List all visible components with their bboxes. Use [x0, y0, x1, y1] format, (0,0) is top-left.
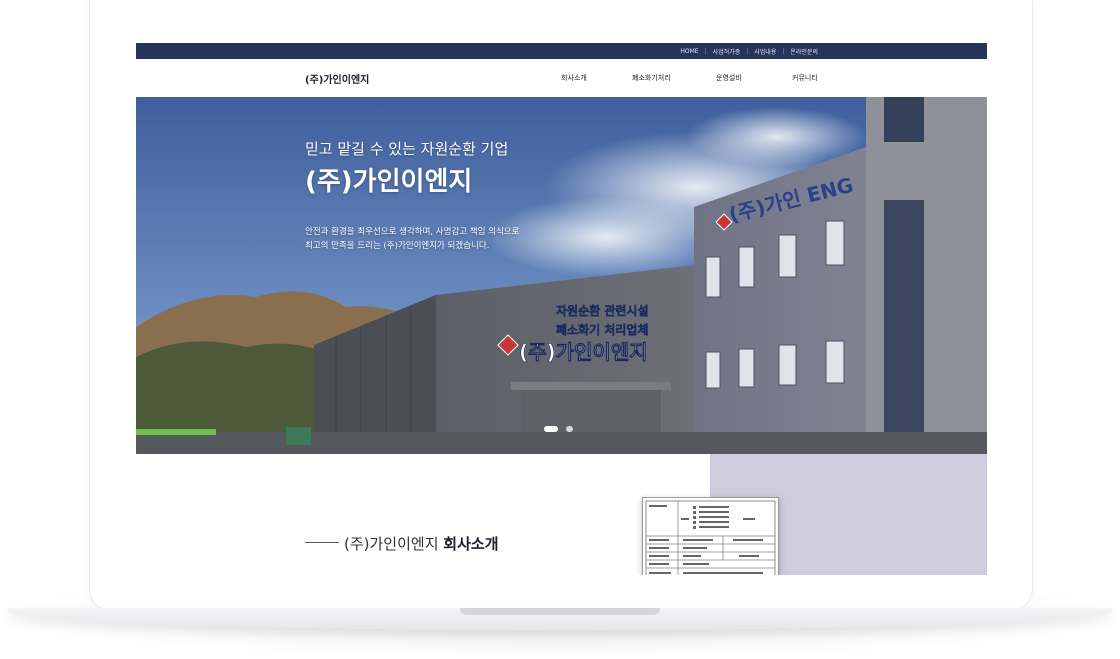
laptop-notch	[460, 608, 660, 615]
intro-heading-bold: 회사소개	[443, 535, 499, 553]
license-document-image	[645, 500, 776, 575]
business-license-document[interactable]	[642, 497, 779, 575]
nav-item-community[interactable]: 커뮤니티	[792, 73, 818, 83]
hero-background-image: (주)가인 ENG 자원순환 관련시설 폐소화기 처리업체 (주)가인이엔지	[136, 97, 987, 454]
hero-description-line2: 최고의 만족을 드리는 (주)가인이엔지가 되겠습니다.	[305, 241, 490, 251]
nav-item-facilities[interactable]: 운영설비	[716, 73, 742, 83]
warehouse-sign-main: (주)가인이엔지	[519, 340, 648, 364]
intro-heading-prefix: (주)가인이엔지	[344, 535, 439, 553]
utility-links: HOME | 사업허가증 | 사업내용 | 온라인문의	[680, 43, 818, 59]
main-nav: 회사소개 폐소화기처리 운영설비 커뮤니티	[136, 73, 987, 85]
nav-item-about[interactable]: 회사소개	[561, 73, 587, 83]
intro-heading: (주)가인이엔지 회사소개	[344, 533, 499, 554]
utility-link-home[interactable]: HOME	[680, 48, 698, 55]
hero-description-line1: 안전과 환경을 최우선으로 생각하며, 사명감고 책임 의식으로	[305, 227, 520, 237]
hero-description: 안전과 환경을 최우선으로 생각하며, 사명감고 책임 의식으로 최고의 만족을…	[305, 225, 519, 253]
utility-link-license[interactable]: 사업허가증	[713, 47, 741, 56]
separator: |	[746, 47, 749, 55]
title-line-decoration	[305, 542, 339, 543]
website-screen: HOME | 사업허가증 | 사업내용 | 온라인문의 (주)가인이엔지 회사소…	[136, 43, 987, 575]
site-header: (주)가인이엔지 회사소개 폐소화기처리 운영설비 커뮤니티	[136, 59, 987, 97]
slider-dot-active[interactable]	[544, 426, 558, 432]
hero-title: (주)가인이엔지	[305, 167, 473, 197]
company-intro-section: (주)가인이엔지 회사소개	[136, 454, 987, 575]
warehouse-sign-line2: 폐소화기 처리업체	[556, 322, 649, 337]
hero-slider: (주)가인 ENG 자원순환 관련시설 폐소화기 처리업체 (주)가인이엔지 믿…	[136, 97, 987, 454]
utility-link-business[interactable]: 사업내용	[754, 47, 776, 56]
utility-bar: HOME | 사업허가증 | 사업내용 | 온라인문의	[136, 43, 987, 59]
separator: |	[782, 47, 785, 55]
warehouse-sign-line1: 자원순환 관련시설	[556, 303, 649, 318]
nav-item-extinguisher[interactable]: 폐소화기처리	[632, 73, 671, 83]
hero-subtitle: 믿고 맡길 수 있는 자원순환 기업	[305, 140, 509, 158]
utility-link-inquiry[interactable]: 온라인문의	[790, 47, 818, 56]
separator: |	[704, 47, 707, 55]
slider-dot[interactable]	[566, 426, 573, 432]
